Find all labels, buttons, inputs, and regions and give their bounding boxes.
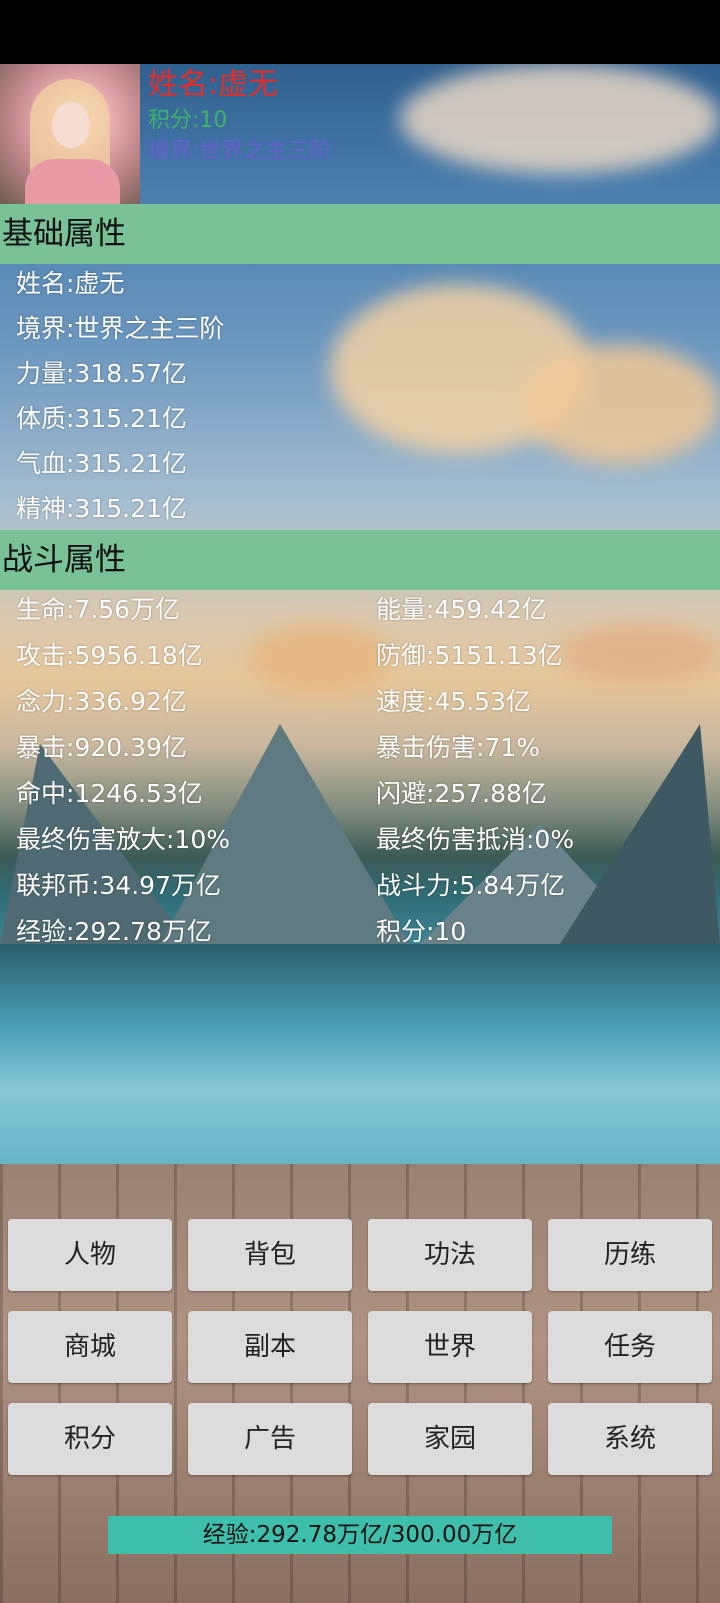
background-lake [0,944,720,1184]
avatar[interactable] [0,64,140,204]
stat-spirit: 精神:315.21亿 [16,494,187,523]
stat-points: 积分:10 [376,917,467,946]
header-info: 姓名:虚无 积分:10 境界:世界之主三阶 [148,64,331,168]
button-backpack[interactable]: 背包 [188,1219,352,1291]
character-screen: 姓名:虚无 积分:10 境界:世界之主三阶 基础属性 姓名:虚无 境界:世界之主… [0,64,720,1603]
header-name: 姓名:虚无 [148,67,279,102]
stat-hp: 生命:7.56万亿 [16,595,181,624]
stat-defense: 防御:5151.13亿 [376,641,563,670]
button-world[interactable]: 世界 [368,1311,532,1383]
stat-dodge: 闪避:257.88亿 [376,779,547,808]
button-home[interactable]: 家园 [368,1403,532,1475]
stat-experience: 经验:292.78万亿 [16,917,212,946]
stat-final-damage-reduction: 最终伤害抵消:0% [376,825,575,854]
stat-realm: 境界:世界之主三阶 [16,314,225,343]
button-character[interactable]: 人物 [8,1219,172,1291]
stat-strength: 力量:318.57亿 [16,359,187,388]
button-system[interactable]: 系统 [548,1403,712,1475]
stat-telekinesis: 念力:336.92亿 [16,687,187,716]
button-points[interactable]: 积分 [8,1403,172,1475]
button-skills[interactable]: 功法 [368,1219,532,1291]
cloud [560,624,720,684]
experience-label: 经验:292.78万亿/300.00万亿 [202,1522,518,1548]
button-ads[interactable]: 广告 [188,1403,352,1475]
cloud [520,344,720,464]
button-training[interactable]: 历练 [548,1219,712,1291]
stat-combat-power: 战斗力:5.84万亿 [376,871,566,900]
header-realm: 境界:世界之主三阶 [148,139,332,164]
stat-constitution: 体质:315.21亿 [16,404,187,433]
cloud [400,64,720,174]
stat-final-damage-boost: 最终伤害放大:10% [16,825,230,854]
cloud [250,624,390,694]
combat-attributes-header: 战斗属性 [0,530,720,590]
header-score: 积分:10 [148,108,228,133]
stat-attack: 攻击:5956.18亿 [16,641,203,670]
stat-accuracy: 命中:1246.53亿 [16,779,203,808]
experience-bar: 经验:292.78万亿/300.00万亿 [108,1516,612,1554]
stat-crit: 暴击:920.39亿 [16,733,187,762]
stat-energy: 能量:459.42亿 [376,595,547,624]
button-shop[interactable]: 商城 [8,1311,172,1383]
stat-name: 姓名:虚无 [16,269,125,298]
button-dungeon[interactable]: 副本 [188,1311,352,1383]
stat-federation-coin: 联邦币:34.97万亿 [16,871,221,900]
stat-crit-damage: 暴击伤害:71% [376,733,540,762]
button-tasks[interactable]: 任务 [548,1311,712,1383]
basic-attributes-header: 基础属性 [0,204,720,264]
stat-blood: 气血:315.21亿 [16,449,187,478]
status-bar [0,0,720,64]
stat-speed: 速度:45.53亿 [376,687,531,716]
